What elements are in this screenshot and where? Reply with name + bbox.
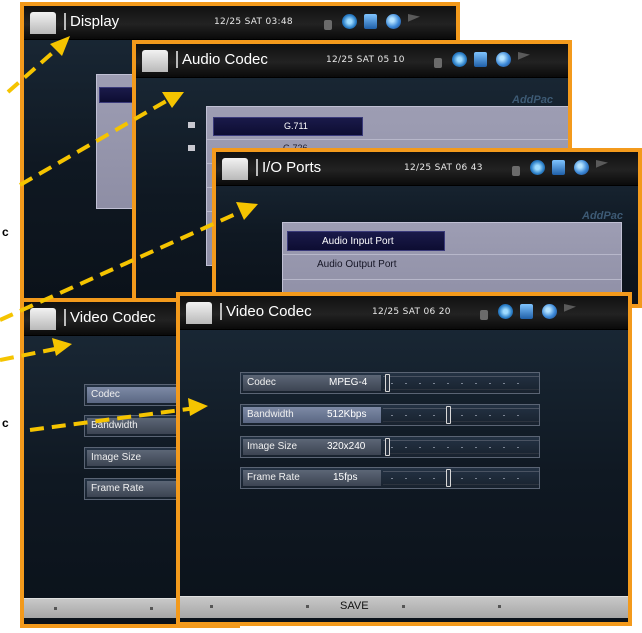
audio-bullet	[188, 122, 195, 128]
flag-icon	[518, 52, 530, 60]
bar-dot	[306, 605, 309, 608]
lock-icon	[324, 20, 332, 30]
tab-icon	[30, 12, 56, 34]
bar-dot	[210, 605, 213, 608]
video-clock: 12/25 SAT 06 20	[372, 307, 451, 317]
disc-icon	[498, 304, 513, 319]
disc-icon	[530, 160, 545, 175]
flag-icon	[408, 14, 420, 22]
bar-dot	[54, 607, 57, 610]
video-titlebar: Video Codec 12/25 SAT 06 20	[180, 296, 628, 330]
network-icon	[496, 52, 511, 67]
video-back-title: Video Codec	[64, 309, 156, 326]
frame-rate-slider-thumb[interactable]	[446, 469, 452, 487]
network-icon	[386, 14, 401, 29]
lock-icon	[480, 310, 488, 320]
io-item-label: Audio Input Port	[322, 236, 394, 247]
display-title: Display	[64, 13, 119, 30]
disc-icon	[452, 52, 467, 67]
row-divider	[283, 279, 621, 280]
io-item-selected[interactable]: Audio Input Port	[287, 231, 445, 251]
audio-bullet	[188, 145, 195, 151]
audio-clock: 12/25 SAT 05 10	[326, 55, 405, 65]
io-titlebar: I/O Ports 12/25 SAT 06 43	[216, 152, 638, 186]
lock-icon	[512, 166, 520, 176]
io-brand-logo: AddPac	[582, 210, 623, 222]
bandwidth-slider-thumb[interactable]	[446, 406, 452, 424]
callout-label-c: c	[2, 225, 9, 239]
io-clock: 12/25 SAT 06 43	[404, 163, 483, 173]
bandwidth-value: 512Kbps	[327, 409, 367, 420]
screen-icon	[364, 14, 377, 29]
io-item[interactable]: Audio Output Port	[287, 255, 445, 275]
frame-rate-label: Frame Rate	[243, 470, 381, 486]
io-item-label: Audio Output Port	[317, 259, 397, 270]
tab-icon	[142, 50, 168, 72]
codec-field[interactable]: Codec MPEG-4	[240, 372, 540, 394]
flag-icon	[564, 304, 576, 312]
frame-rate-value: 15fps	[333, 472, 358, 483]
codec-slider-thumb[interactable]	[385, 374, 390, 392]
tab-icon	[186, 302, 212, 324]
screen-icon	[552, 160, 565, 175]
video-title: Video Codec	[220, 303, 312, 320]
video-bottom-bar: SAVE	[180, 596, 628, 618]
bar-dot	[498, 605, 501, 608]
bandwidth-field[interactable]: Bandwidth 512Kbps	[240, 404, 540, 426]
callout-label-c: c	[2, 416, 9, 430]
network-icon	[574, 160, 589, 175]
frame-rate-slider[interactable]	[383, 469, 539, 487]
network-icon	[542, 304, 557, 319]
lock-icon	[434, 58, 442, 68]
display-titlebar: Display 12/25 SAT 03:48	[24, 6, 456, 40]
flag-icon	[596, 160, 608, 168]
image-size-slider[interactable]	[383, 438, 539, 456]
disc-icon	[342, 14, 357, 29]
tab-icon	[222, 158, 248, 180]
audio-title: Audio Codec	[176, 51, 268, 68]
image-size-field[interactable]: Image Size 320x240	[240, 436, 540, 458]
image-size-slider-thumb[interactable]	[385, 438, 390, 456]
video-codec-screen: Video Codec 12/25 SAT 06 20 Codec MPEG-4…	[176, 292, 632, 626]
save-button[interactable]: SAVE	[340, 600, 369, 612]
screen-icon	[520, 304, 533, 319]
bar-dot	[150, 607, 153, 610]
tab-icon	[30, 308, 56, 330]
audio-item-selected[interactable]: G.711	[213, 117, 363, 136]
codec-slider[interactable]	[383, 374, 539, 392]
display-clock: 12/25 SAT 03:48	[214, 17, 293, 27]
codec-value: MPEG-4	[329, 377, 368, 388]
frame-rate-field[interactable]: Frame Rate 15fps	[240, 467, 540, 489]
image-size-value: 320x240	[327, 441, 366, 452]
bandwidth-slider[interactable]	[383, 406, 539, 424]
audio-brand-logo: AddPac	[512, 94, 553, 106]
display-panel	[96, 74, 136, 209]
bar-dot	[402, 605, 405, 608]
io-ports-screen: I/O Ports 12/25 SAT 06 43 AddPac Audio I…	[212, 148, 642, 308]
io-title: I/O Ports	[256, 159, 321, 176]
audio-titlebar: Audio Codec 12/25 SAT 05 10	[136, 44, 568, 78]
screen-icon	[474, 52, 487, 67]
audio-item-label: G.711	[284, 121, 308, 131]
display-selected-row[interactable]	[99, 87, 135, 103]
